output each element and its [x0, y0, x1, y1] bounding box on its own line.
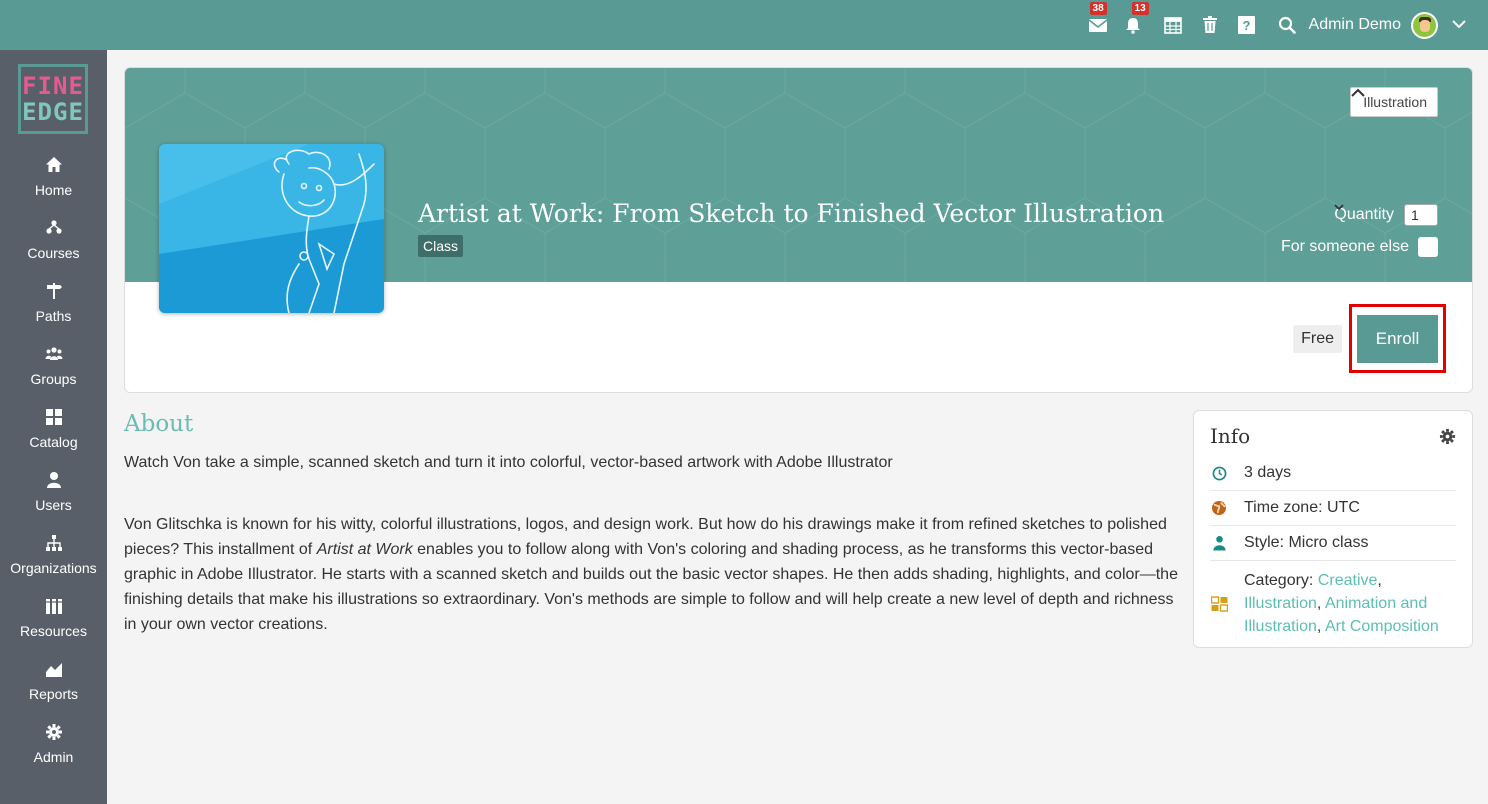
- quantity-value: 1: [1411, 207, 1419, 223]
- category-label: Category:: [1244, 572, 1318, 589]
- course-header-card: Artist at Work: From Sketch to Finished …: [124, 67, 1473, 393]
- course-thumbnail: [159, 144, 384, 313]
- timezone-value: Time zone: UTC: [1244, 499, 1360, 516]
- sidebar-item-label: Paths: [35, 308, 72, 324]
- for-someone-else-checkbox[interactable]: [1418, 237, 1438, 257]
- books-icon: [45, 599, 62, 614]
- info-timezone: Time zone: UTC: [1210, 491, 1456, 526]
- search-icon[interactable]: [1277, 15, 1297, 35]
- category-link-illustration[interactable]: Illustration: [1244, 595, 1317, 612]
- about-lead: Watch Von take a simple, scanned sketch …: [124, 454, 893, 471]
- globe-icon: [1210, 499, 1228, 517]
- style-value: Style: Micro class: [1244, 534, 1369, 551]
- sidebar-item-catalog[interactable]: Catalog: [0, 404, 107, 467]
- about-description: Von Glitschka is known for his witty, co…: [124, 512, 1184, 637]
- sidebar-item-label: Admin: [33, 749, 74, 765]
- courses-icon: [45, 220, 62, 234]
- mail-badge: 38: [1089, 2, 1107, 15]
- for-someone-else-row: For someone else: [1281, 237, 1438, 257]
- top-bar: 38 13 ? Admin Demo: [0, 0, 1488, 50]
- svg-text:?: ?: [1243, 18, 1251, 33]
- category-list: Category: Creative, Illustration, Animati…: [1244, 572, 1439, 635]
- sidebar-item-label: Home: [34, 182, 73, 198]
- sidebar-item-paths[interactable]: Paths: [0, 278, 107, 341]
- chart-icon: [45, 663, 62, 677]
- bell-icon[interactable]: 13: [1123, 2, 1149, 35]
- price-badge: Free: [1293, 325, 1342, 353]
- duration-value: 3 days: [1244, 464, 1292, 481]
- sidebar-item-courses[interactable]: Courses: [0, 215, 107, 278]
- category-link-creative[interactable]: Creative: [1318, 572, 1378, 589]
- category-icon: [1210, 595, 1228, 613]
- sidebar-item-home[interactable]: Home: [0, 152, 107, 215]
- home-icon: [45, 157, 62, 172]
- info-card: Info 3 days Time zone: UTC Style: Micro …: [1193, 410, 1473, 648]
- about-text-italic: Artist at Work: [316, 541, 413, 558]
- info-duration: 3 days: [1210, 456, 1456, 491]
- avatar[interactable]: [1411, 11, 1438, 39]
- sidebar-item-admin[interactable]: Admin: [0, 719, 107, 782]
- category-link-art-composition[interactable]: Art Composition: [1325, 618, 1439, 635]
- info-category: Category: Creative, Illustration, Animati…: [1210, 561, 1456, 638]
- quantity-row: Quantity 1: [1334, 204, 1438, 226]
- info-style: Style: Micro class: [1210, 526, 1456, 561]
- sidebar-item-label: Groups: [30, 371, 77, 387]
- category-link-composition-prefix[interactable]: Illustration: [1244, 618, 1317, 635]
- logo-line2: EDGE: [22, 98, 84, 126]
- gear-icon[interactable]: [1439, 428, 1456, 450]
- notifications-badge: 13: [1131, 2, 1149, 15]
- logo-line1: FINE: [22, 72, 84, 100]
- groups-icon: [45, 347, 62, 360]
- enroll-button[interactable]: Enroll: [1357, 315, 1438, 363]
- sidebar-item-label: Reports: [28, 686, 79, 702]
- sidebar-item-label: Courses: [27, 245, 80, 261]
- logo[interactable]: FINE EDGE: [18, 64, 88, 134]
- sidebar-item-users[interactable]: Users: [0, 467, 107, 530]
- help-icon[interactable]: ?: [1237, 15, 1257, 35]
- trash-icon[interactable]: [1200, 15, 1220, 35]
- mail-icon[interactable]: 38: [1088, 2, 1108, 35]
- chevron-down-icon[interactable]: [1452, 16, 1466, 34]
- info-title: Info: [1210, 424, 1251, 448]
- calendar-icon[interactable]: [1163, 15, 1183, 35]
- sidebar-item-label: Catalog: [29, 434, 78, 450]
- chevron-up-icon: [1351, 88, 1365, 97]
- about-heading: About: [124, 411, 194, 437]
- chevron-down-icon: [1334, 204, 1345, 211]
- gear-icon: [45, 724, 62, 740]
- sidebar-item-label: Resources: [20, 623, 87, 639]
- sidebar: FINE EDGE Home Courses Paths Groups Cata…: [0, 50, 107, 804]
- course-title: Artist at Work: From Sketch to Finished …: [418, 199, 1165, 228]
- org-chart-icon: [45, 535, 62, 551]
- sidebar-item-label: Users: [35, 497, 72, 513]
- user-icon: [46, 472, 61, 488]
- sidebar-item-organizations[interactable]: Organizations: [0, 530, 107, 593]
- grid-icon: [45, 409, 62, 425]
- user-name[interactable]: Admin Demo: [1309, 16, 1401, 34]
- for-someone-else-label: For someone else: [1280, 238, 1409, 255]
- course-type-badge: Class: [418, 235, 464, 257]
- category-toggle-label: Illustration: [1363, 94, 1427, 110]
- quantity-select[interactable]: 1: [1334, 204, 1438, 226]
- sidebar-item-resources[interactable]: Resources: [0, 593, 107, 656]
- category-link-animation[interactable]: Animation and: [1325, 595, 1427, 612]
- enroll-highlight: Enroll: [1349, 304, 1446, 373]
- sidebar-item-reports[interactable]: Reports: [0, 656, 107, 719]
- signpost-icon: [46, 283, 62, 299]
- sidebar-item-label: Organizations: [10, 560, 97, 576]
- sidebar-item-groups[interactable]: Groups: [0, 341, 107, 404]
- clock-icon: [1210, 464, 1228, 482]
- person-icon: [1210, 534, 1228, 552]
- category-toggle-button[interactable]: Illustration: [1350, 87, 1438, 117]
